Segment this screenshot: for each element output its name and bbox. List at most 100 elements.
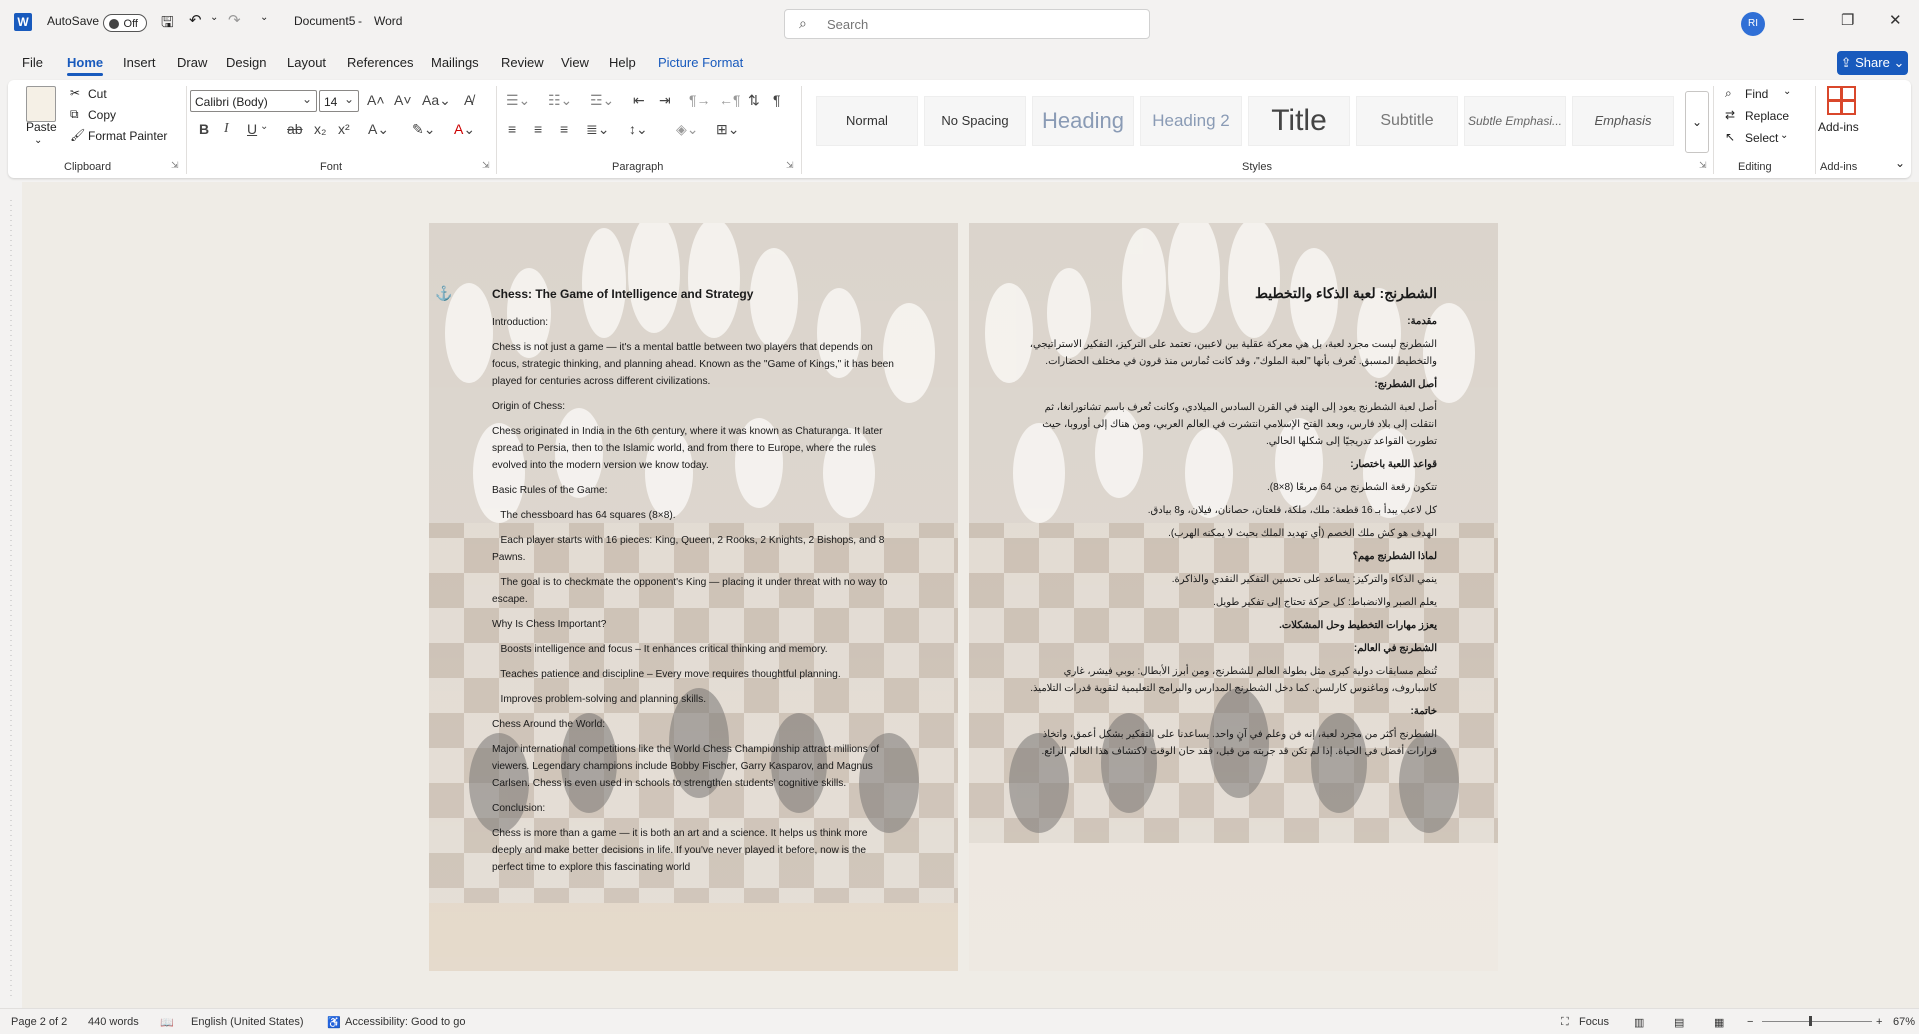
align-right-icon[interactable]: ≡ <box>560 121 568 137</box>
search-input[interactable] <box>825 16 1129 33</box>
save-icon[interactable]: 🖫 <box>161 12 174 37</box>
tab-references[interactable]: References <box>347 55 413 70</box>
cut-button[interactable]: Cut <box>88 87 107 101</box>
line-spacing-icon[interactable]: ↕⌄ <box>629 121 648 138</box>
grow-font-icon[interactable]: A˄ <box>367 92 385 108</box>
autosave-toggle[interactable]: Off <box>103 14 147 32</box>
anchor-icon[interactable]: ⚓ <box>435 285 452 302</box>
tab-file[interactable]: File <box>22 55 43 70</box>
style-normal[interactable]: Normal <box>816 96 918 146</box>
focus-button[interactable]: Focus <box>1579 1016 1609 1028</box>
highlight-icon[interactable]: ✎⌄ <box>412 121 435 138</box>
minimize-icon[interactable]: ─ <box>1793 11 1804 28</box>
close-icon[interactable]: ✕ <box>1889 11 1902 29</box>
shading-icon[interactable]: ◈⌄ <box>676 121 699 138</box>
tab-home[interactable]: Home <box>67 55 104 76</box>
font-family-select[interactable]: Calibri (Body) <box>190 88 317 112</box>
accessibility-status[interactable]: Accessibility: Good to go <box>345 1016 465 1028</box>
paste-dropdown-icon[interactable]: ⌄ <box>34 135 42 146</box>
zoom-level[interactable]: 67% <box>1893 1016 1915 1028</box>
paste-button[interactable]: Paste <box>26 120 57 134</box>
tab-view[interactable]: View <box>561 55 589 70</box>
align-left-icon[interactable]: ≡ <box>508 121 516 137</box>
paragraph-launcher-icon[interactable]: ⇲ <box>786 160 794 171</box>
collapse-ribbon-icon[interactable]: ⌄ <box>1895 156 1905 170</box>
superscript-icon[interactable]: x² <box>338 121 350 137</box>
style-subtle-emphasis[interactable]: Subtle Emphasi... <box>1464 96 1566 146</box>
tab-design[interactable]: Design <box>226 55 266 70</box>
redo-icon[interactable]: ↷ <box>228 11 241 29</box>
font-size-select[interactable]: 14 <box>319 88 359 112</box>
subscript-icon[interactable]: x₂ <box>314 121 326 137</box>
page-right[interactable]: الشطرنج: لعبة الذكاء والتخطيط مقدمة: الش… <box>969 223 1498 971</box>
change-case-icon[interactable]: Aa⌄ <box>422 92 451 109</box>
shrink-font-icon[interactable]: A˅ <box>394 92 412 108</box>
style-no-spacing[interactable]: No Spacing <box>924 96 1026 146</box>
print-layout-icon[interactable]: ▤ <box>1674 1016 1684 1029</box>
underline-dropdown-icon[interactable]: ⌄ <box>260 121 268 132</box>
tab-review[interactable]: Review <box>501 55 544 70</box>
font-color-icon[interactable]: A⌄ <box>454 121 475 138</box>
borders-icon[interactable]: ⊞⌄ <box>716 121 739 138</box>
share-button[interactable]: ⇪ Share ⌄ <box>1837 51 1908 75</box>
replace-button[interactable]: Replace <box>1745 109 1789 123</box>
show-marks-icon[interactable]: ¶ <box>773 92 781 108</box>
underline-icon[interactable]: U <box>247 121 257 137</box>
tab-picture-format[interactable]: Picture Format <box>658 55 743 70</box>
bold-icon[interactable]: B <box>199 121 209 137</box>
copy-button[interactable]: Copy <box>88 108 116 122</box>
bullets-icon[interactable]: ☰⌄ <box>506 92 530 109</box>
style-heading[interactable]: Heading <box>1032 96 1134 146</box>
select-button[interactable]: Select <box>1745 131 1778 145</box>
clipboard-launcher-icon[interactable]: ⇲ <box>171 160 179 171</box>
addins-button[interactable]: Add-ins <box>1818 120 1859 134</box>
tab-insert[interactable]: Insert <box>123 55 156 70</box>
zoom-out-icon[interactable]: − <box>1747 1016 1753 1028</box>
style-title[interactable]: Title <box>1248 96 1350 146</box>
paste-icon[interactable] <box>26 86 56 122</box>
proofing-icon[interactable]: 📖 <box>160 1016 174 1029</box>
ltr-icon[interactable]: ¶→ <box>689 92 711 108</box>
font-launcher-icon[interactable]: ⇲ <box>482 160 490 171</box>
read-mode-icon[interactable]: ▥ <box>1634 1016 1644 1029</box>
sort-icon[interactable]: ⇅ <box>748 92 760 109</box>
multilevel-list-icon[interactable]: ☲⌄ <box>590 92 614 109</box>
style-heading-2[interactable]: Heading 2 <box>1140 96 1242 146</box>
find-button[interactable]: Find <box>1745 87 1768 101</box>
addins-icon[interactable] <box>1827 86 1856 115</box>
find-dropdown-icon[interactable]: ⌄ <box>1783 86 1791 97</box>
language-status[interactable]: English (United States) <box>191 1016 304 1028</box>
select-dropdown-icon[interactable]: ⌄ <box>1780 130 1788 141</box>
tab-layout[interactable]: Layout <box>287 55 326 70</box>
style-subtitle[interactable]: Subtitle <box>1356 96 1458 146</box>
tab-draw[interactable]: Draw <box>177 55 207 70</box>
tab-help[interactable]: Help <box>609 55 636 70</box>
justify-icon[interactable]: ≣⌄ <box>586 121 609 138</box>
strikethrough-icon[interactable]: ab <box>287 121 303 137</box>
increase-indent-icon[interactable]: ⇥ <box>659 92 671 109</box>
web-layout-icon[interactable]: ▦ <box>1714 1016 1724 1029</box>
text-effects-icon[interactable]: A⌄ <box>368 121 389 138</box>
search-box[interactable]: ⌕ <box>784 9 1150 39</box>
rtl-icon[interactable]: ←¶ <box>719 92 741 108</box>
styles-gallery-expand-icon[interactable]: ⌄ <box>1685 91 1709 153</box>
restore-icon[interactable]: ❐ <box>1841 11 1854 29</box>
align-center-icon[interactable]: ≡ <box>534 121 542 137</box>
word-count[interactable]: 440 words <box>88 1016 139 1028</box>
decrease-indent-icon[interactable]: ⇤ <box>633 92 645 109</box>
italic-icon[interactable]: I <box>224 121 229 137</box>
styles-launcher-icon[interactable]: ⇲ <box>1699 160 1707 171</box>
numbering-icon[interactable]: ☷⌄ <box>548 92 572 109</box>
page-left[interactable]: ⚓ Chess: The Game of Intelligence and St… <box>429 223 958 971</box>
undo-icon[interactable]: ↶ <box>189 11 202 29</box>
zoom-slider-thumb[interactable] <box>1809 1016 1812 1026</box>
page-count[interactable]: Page 2 of 2 <box>11 1016 67 1028</box>
style-emphasis[interactable]: Emphasis <box>1572 96 1674 146</box>
clear-formatting-icon[interactable]: A̸ <box>464 92 473 108</box>
tab-mailings[interactable]: Mailings <box>431 55 479 70</box>
zoom-in-icon[interactable]: + <box>1876 1016 1882 1028</box>
zoom-slider[interactable] <box>1762 1016 1872 1026</box>
customize-toolbar-icon[interactable]: ⌄ <box>260 12 268 23</box>
undo-dropdown-icon[interactable]: ⌄ <box>210 12 218 23</box>
avatar[interactable]: RI <box>1741 12 1765 36</box>
